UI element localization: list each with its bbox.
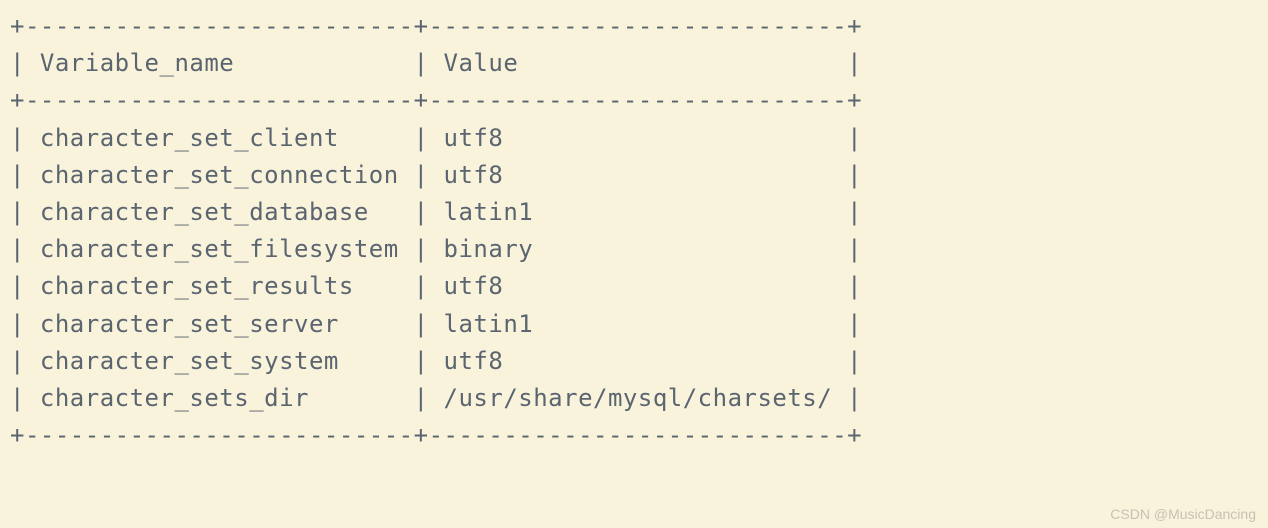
table-row: | character_sets_dir | /usr/share/mysql/… — [10, 384, 862, 412]
table-row: | character_set_system | utf8 | — [10, 347, 862, 375]
table-row: | character_set_server | latin1 | — [10, 310, 862, 338]
table-row: | character_set_database | latin1 | — [10, 198, 862, 226]
table-border-bottom: +--------------------------+------------… — [10, 421, 862, 449]
table-row: | character_set_results | utf8 | — [10, 272, 862, 300]
watermark-text: CSDN @MusicDancing — [1110, 506, 1256, 522]
table-row: | character_set_client | utf8 | — [10, 124, 862, 152]
mysql-output-table: +--------------------------+------------… — [0, 0, 1268, 462]
table-row: | character_set_filesystem | binary | — [10, 235, 862, 263]
table-header-row: | Variable_name | Value | — [10, 49, 862, 77]
table-border-top: +--------------------------+------------… — [10, 12, 862, 40]
table-border-mid: +--------------------------+------------… — [10, 86, 862, 114]
table-row: | character_set_connection | utf8 | — [10, 161, 862, 189]
